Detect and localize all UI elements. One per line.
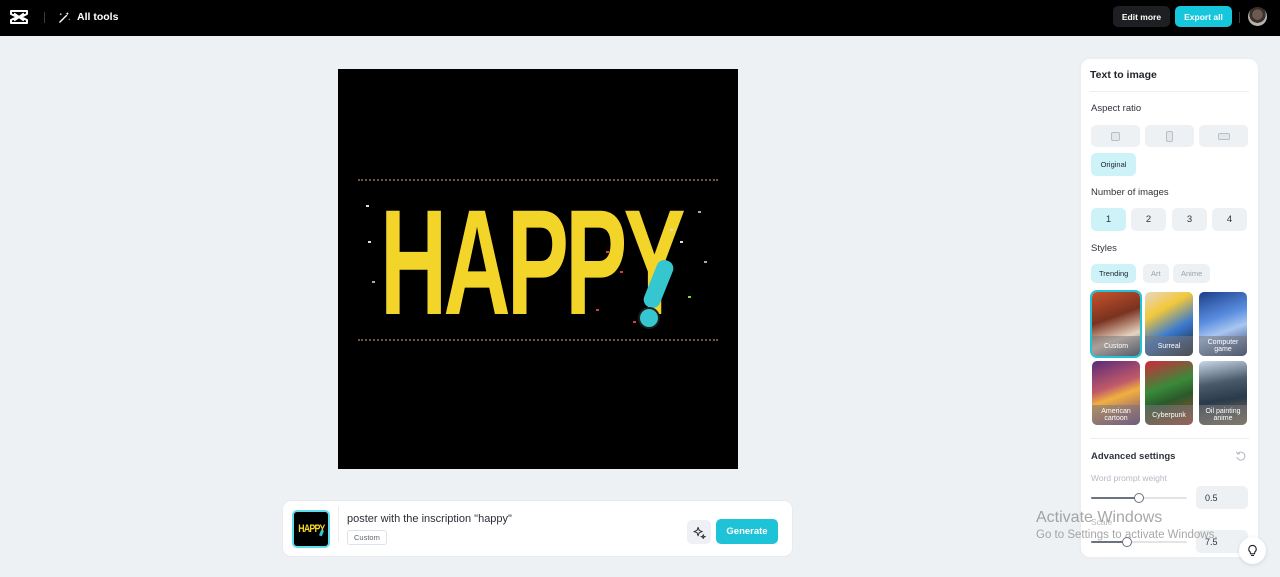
aspect-original-button[interactable]: Original [1091, 153, 1136, 176]
light-dot [633, 321, 636, 323]
sparkle-icon [692, 526, 706, 539]
slider-fill [1091, 497, 1139, 499]
slider-knob[interactable] [1134, 493, 1144, 503]
top-bar: All tools Edit more Export all [0, 0, 1280, 36]
aspect-landscape-button[interactable] [1199, 125, 1248, 147]
square-ratio-icon [1111, 131, 1120, 141]
slider-knob[interactable] [1121, 537, 1132, 547]
style-card-label: Cyberpunk [1145, 405, 1193, 425]
landscape-ratio-icon [1217, 132, 1230, 140]
prompt-divider [338, 506, 339, 542]
generate-button[interactable]: Generate [716, 519, 778, 544]
exclamation-dot [638, 307, 660, 329]
style-card-surreal[interactable]: Surreal [1145, 292, 1193, 356]
light-dot [596, 309, 599, 311]
scale-slider[interactable] [1091, 536, 1187, 548]
number-option-3[interactable]: 3 [1172, 208, 1207, 231]
light-dot [670, 229, 673, 231]
user-avatar[interactable] [1248, 7, 1267, 26]
number-option-2[interactable]: 2 [1131, 208, 1166, 231]
enhance-prompt-button[interactable] [687, 520, 711, 544]
style-tab-trending[interactable]: Trending [1091, 264, 1137, 283]
generated-image[interactable]: HAPPY [338, 69, 738, 469]
edit-more-button[interactable]: Edit more [1113, 6, 1170, 27]
poster-text: HAPPY [380, 178, 686, 346]
style-card-label: Custom [1092, 336, 1140, 356]
panel-divider [1090, 438, 1249, 439]
all-tools-label: All tools [77, 11, 119, 23]
style-card-oil-painting-anime[interactable]: Oil painting anime [1199, 361, 1247, 425]
light-dot [368, 241, 371, 243]
topbar-divider [1239, 12, 1240, 23]
word-prompt-weight-slider[interactable] [1091, 492, 1187, 504]
aspect-portrait-button[interactable] [1145, 125, 1194, 147]
styles-label: Styles [1091, 243, 1117, 254]
style-card-label: Surreal [1145, 336, 1193, 356]
happy-poster: HAPPY [358, 179, 718, 341]
style-tab-anime[interactable]: Anime [1173, 264, 1211, 283]
number-option-4[interactable]: 4 [1212, 208, 1247, 231]
text-to-image-panel: Text to image Aspect ratio Original Numb… [1081, 59, 1258, 557]
lightbulb-icon [1248, 544, 1257, 556]
light-dot [620, 271, 623, 273]
advanced-settings-label: Advanced settings [1091, 451, 1176, 462]
light-dot [680, 241, 683, 243]
panel-divider [1090, 91, 1249, 92]
light-dot [698, 211, 701, 213]
style-card-custom[interactable]: Custom [1090, 290, 1142, 358]
style-card-label: Computer game [1199, 336, 1247, 356]
style-card-computer-game[interactable]: Computer game [1199, 292, 1247, 356]
aspect-square-button[interactable] [1091, 125, 1140, 147]
style-card-label: American cartoon [1092, 405, 1140, 425]
panel-title: Text to image [1090, 69, 1157, 81]
magic-wand-icon [59, 11, 71, 23]
prompt-input[interactable]: poster with the inscription "happy" [347, 513, 512, 525]
style-tag: Custom [347, 530, 387, 545]
number-of-images-label: Number of images [1091, 187, 1169, 198]
result-thumbnail[interactable]: HAPPY [292, 510, 330, 548]
scale-label: Scale [1091, 517, 1113, 527]
portrait-ratio-icon [1166, 130, 1173, 142]
style-card-cyberpunk[interactable]: Cyberpunk [1145, 361, 1193, 425]
light-dot [704, 261, 707, 263]
word-prompt-weight-value[interactable]: 0.5 [1196, 486, 1248, 509]
topbar-divider [44, 12, 45, 23]
aspect-ratio-label: Aspect ratio [1091, 103, 1142, 114]
light-dot [688, 296, 691, 298]
prompt-bar: HAPPY poster with the inscription "happy… [283, 501, 792, 556]
word-prompt-weight-label: Word prompt weight [1091, 473, 1167, 483]
style-card-american-cartoon[interactable]: American cartoon [1092, 361, 1140, 425]
reset-icon[interactable] [1235, 450, 1247, 462]
capcut-logo-icon[interactable] [10, 9, 28, 25]
light-dot [366, 205, 369, 207]
number-option-1[interactable]: 1 [1091, 208, 1126, 231]
style-card-label: Oil painting anime [1199, 405, 1247, 425]
export-all-button[interactable]: Export all [1175, 6, 1232, 27]
light-dot [606, 251, 609, 253]
light-dot [372, 281, 375, 283]
style-tab-art[interactable]: Art [1143, 264, 1169, 283]
tips-button[interactable] [1239, 537, 1266, 564]
all-tools-button[interactable]: All tools [58, 8, 118, 26]
